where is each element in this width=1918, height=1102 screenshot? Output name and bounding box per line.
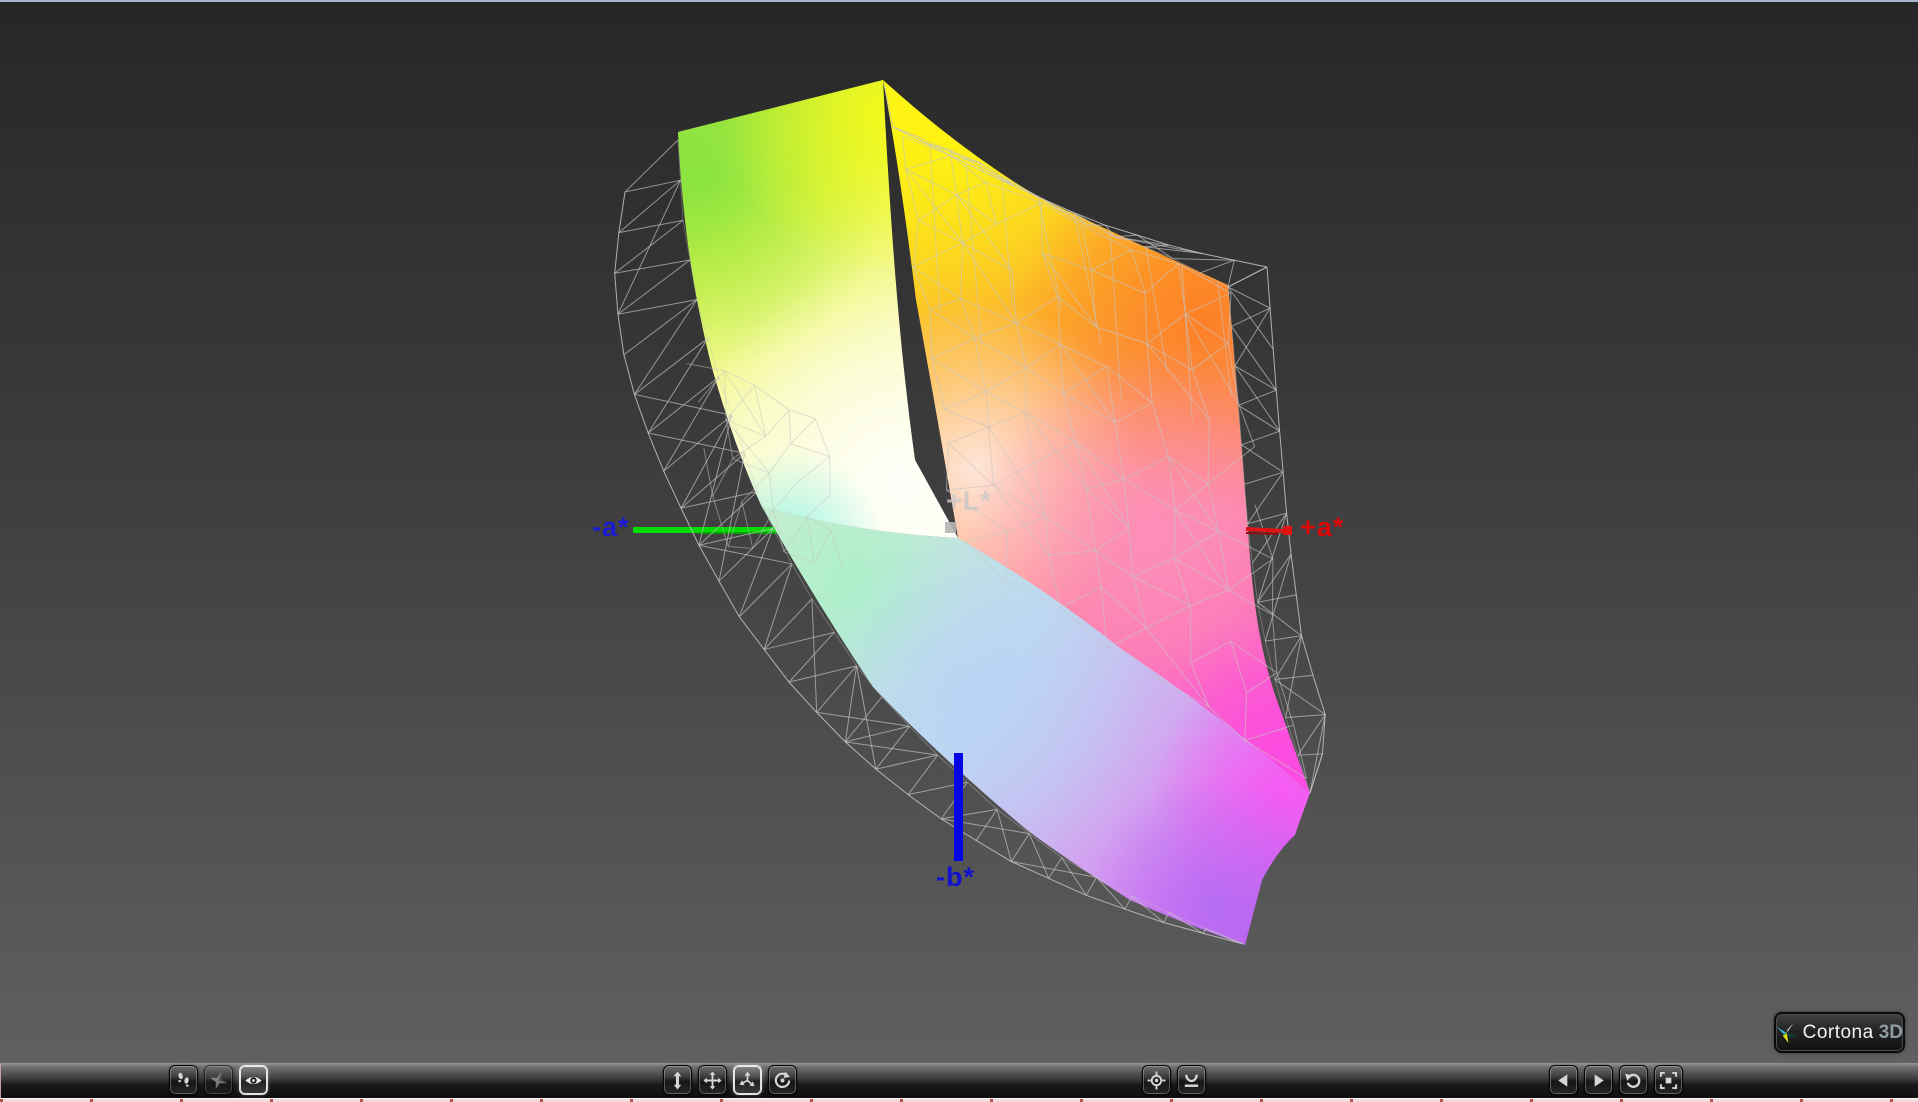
- toolbar-button-restore-view[interactable]: [1619, 1065, 1648, 1095]
- toolbar-button-walk[interactable]: [169, 1065, 198, 1095]
- cortona3d-logo[interactable]: Cortona 3D: [1774, 1012, 1905, 1053]
- examine-icon: [244, 1071, 263, 1090]
- toolbar-button-seek[interactable]: [1142, 1065, 1171, 1095]
- fly-icon: [209, 1071, 228, 1090]
- toolbar-button-examine[interactable]: [239, 1065, 268, 1095]
- forward-icon: [1589, 1071, 1608, 1090]
- window-bottom-edge: [0, 1098, 1918, 1102]
- axis-label-pos-a: +a*: [1300, 512, 1345, 542]
- toolbar-button-next-view[interactable]: [1584, 1065, 1613, 1095]
- axis-label-pos-L: +L*: [946, 486, 992, 516]
- toolbar-button-spin[interactable]: [768, 1065, 797, 1095]
- toolbar-group-navigation-mode: [169, 1065, 268, 1095]
- seek-target-icon: [1147, 1070, 1166, 1090]
- logo-suffix: 3D: [1878, 1021, 1903, 1043]
- toolbar-button-straighten[interactable]: [1177, 1065, 1206, 1095]
- toolbar-group-camera-tools: [663, 1065, 797, 1095]
- vertical-arrows-icon: [668, 1070, 687, 1090]
- axis-label-neg-b: -b*: [936, 862, 975, 892]
- fullscreen-icon: [1659, 1071, 1678, 1090]
- viewer-window: -a* +a* -b* +L* Cortona 3D: [0, 0, 1918, 1102]
- logo-text: Cortona: [1802, 1021, 1874, 1043]
- upright-icon: [1182, 1071, 1201, 1090]
- toolbar-group-view-tools: [1142, 1065, 1206, 1095]
- rotate-arrows-icon: [738, 1070, 757, 1090]
- 3d-viewport[interactable]: [0, 0, 1918, 1102]
- restore-icon: [1624, 1071, 1643, 1090]
- cortona3d-logo-icon: [1776, 1022, 1797, 1043]
- toolbar-button-fly[interactable]: [204, 1065, 233, 1095]
- toolbar-button-previous-view[interactable]: [1549, 1065, 1578, 1095]
- toolbar-group-history-tools: [1549, 1065, 1683, 1095]
- spin-icon: [773, 1070, 792, 1090]
- viewer-toolbar: [0, 1063, 1918, 1098]
- walk-icon: [174, 1071, 193, 1090]
- axis-label-neg-a: -a*: [592, 512, 630, 542]
- pan-arrows-icon: [703, 1070, 722, 1090]
- toolbar-button-rotate[interactable]: [733, 1065, 762, 1095]
- toolbar-button-fit-view[interactable]: [1654, 1065, 1683, 1095]
- back-icon: [1554, 1071, 1573, 1090]
- toolbar-button-pan[interactable]: [698, 1065, 727, 1095]
- toolbar-button-plan-move[interactable]: [663, 1065, 692, 1095]
